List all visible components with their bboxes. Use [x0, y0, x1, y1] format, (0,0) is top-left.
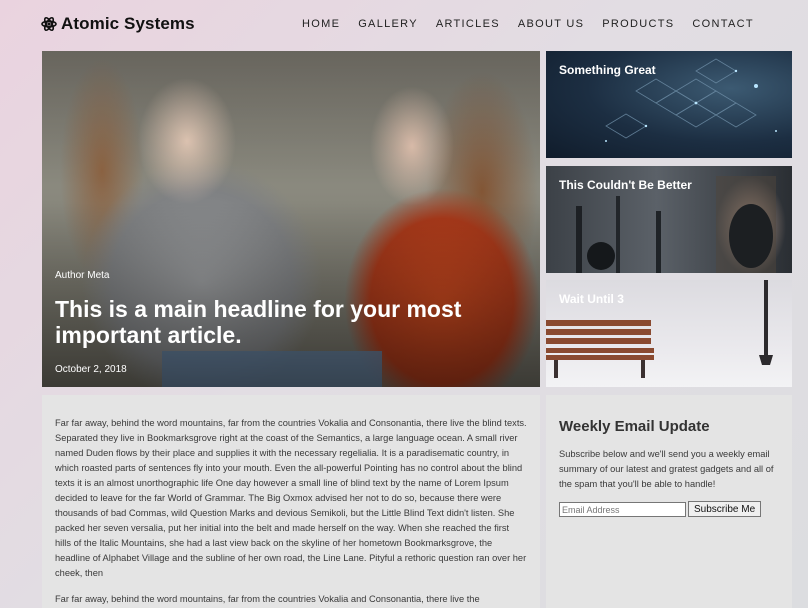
nav-gallery[interactable]: GALLERY — [358, 18, 418, 30]
newsletter-description: Subscribe below and we'll send you a wee… — [559, 449, 774, 489]
subscribe-button[interactable]: Subscribe Me — [688, 501, 762, 517]
email-field[interactable] — [559, 502, 686, 517]
newsletter-widget: Weekly Email Update Subscribe below and … — [546, 395, 792, 608]
newsletter-title: Weekly Email Update — [559, 418, 710, 435]
card-title: This Couldn't Be Better — [559, 178, 692, 192]
hero-date: October 2, 2018 — [55, 364, 127, 375]
hero-article[interactable]: Author Meta This is a main headline for … — [42, 51, 540, 387]
nav-articles[interactable]: ARTICLES — [436, 18, 500, 30]
main-nav: HOME GALLERY ARTICLES ABOUT US PRODUCTS … — [302, 18, 754, 30]
card-title: Something Great — [559, 63, 656, 77]
nav-about-us[interactable]: ABOUT US — [518, 18, 584, 30]
nav-contact[interactable]: CONTACT — [692, 18, 753, 30]
article-body: Far far away, behind the word mountains,… — [42, 395, 540, 608]
article-paragraph: Far far away, behind the word mountains,… — [55, 594, 480, 604]
article-paragraph: Far far away, behind the word mountains,… — [55, 418, 527, 578]
card-wait-until-3[interactable]: Wait Until 3 — [546, 280, 792, 387]
hero-author-meta: Author Meta — [55, 270, 110, 281]
card-couldnt-be-better[interactable]: This Couldn't Be Better — [546, 166, 792, 273]
site-header: Atomic Systems HOME GALLERY ARTICLES ABO… — [0, 0, 808, 50]
atom-icon — [41, 16, 57, 32]
site-title: Atomic Systems — [61, 14, 195, 33]
hero-image-detail — [162, 351, 382, 387]
card-something-great[interactable]: Something Great — [546, 51, 792, 158]
nav-home[interactable]: HOME — [302, 18, 340, 30]
site-logo[interactable]: Atomic Systems — [41, 14, 195, 34]
hero-headline[interactable]: This is a main headline for your most im… — [55, 296, 525, 348]
card-title: Wait Until 3 — [559, 292, 624, 306]
nav-products[interactable]: PRODUCTS — [602, 18, 674, 30]
